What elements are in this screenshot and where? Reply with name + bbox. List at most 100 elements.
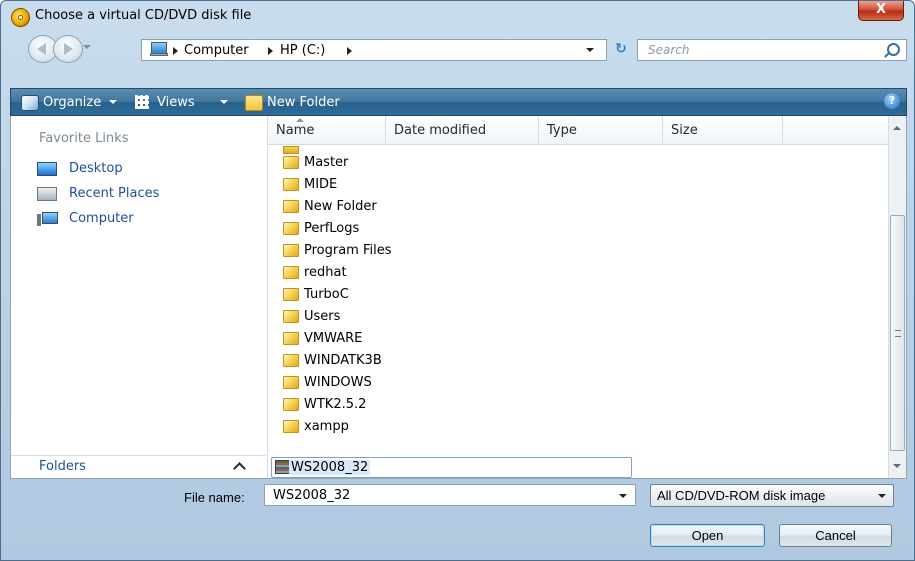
file-name: New Folder	[304, 199, 377, 214]
file-name: WS2008_32	[289, 460, 371, 475]
column-header-label: Type	[547, 123, 577, 138]
recent-places-icon	[37, 187, 57, 201]
breadcrumb-computer[interactable]: Computer	[184, 43, 249, 58]
list-item[interactable]: Users	[268, 306, 628, 328]
scroll-down-icon[interactable]	[893, 464, 901, 468]
cancel-button[interactable]: Cancel	[779, 524, 892, 547]
folder-icon	[283, 354, 299, 367]
sidebar-item-label: Desktop	[69, 161, 123, 176]
list-item[interactable]: redhat	[268, 262, 628, 284]
file-type-value: All CD/DVD-ROM disk image	[657, 488, 826, 503]
views-dropdown-icon[interactable]	[220, 100, 228, 104]
sidebar-item-label: Recent Places	[69, 186, 160, 201]
file-name: WINDOWS	[304, 375, 372, 390]
title-bar[interactable]: Choose a virtual CD/DVD disk file X	[1, 1, 914, 31]
list-item[interactable]: Program Files	[268, 240, 628, 262]
address-row: Computer HP (C:) ↻ Search	[1, 31, 914, 63]
computer-icon	[150, 42, 168, 57]
breadcrumb-drive[interactable]: HP (C:)	[280, 43, 325, 58]
refresh-icon[interactable]: ↻	[609, 39, 633, 61]
file-name: TurboC	[304, 287, 349, 302]
column-header-type[interactable]: Type	[539, 116, 663, 144]
list-item[interactable]: MIDE	[268, 174, 628, 196]
address-bar[interactable]: Computer HP (C:)	[141, 39, 607, 61]
dialog-window: Choose a virtual CD/DVD disk file X Comp…	[0, 0, 915, 561]
folder-icon	[283, 156, 299, 169]
search-input[interactable]: Search	[637, 39, 907, 61]
close-button[interactable]: X	[858, 1, 904, 21]
organize-dropdown-icon[interactable]	[109, 100, 117, 104]
breadcrumb-separator-icon[interactable]	[268, 47, 273, 55]
folder-icon	[283, 178, 299, 191]
file-name-label: File name:	[184, 490, 245, 505]
column-header-size[interactable]: Size	[663, 116, 783, 144]
column-header-label: Date modified	[394, 123, 487, 138]
column-header-row: Name Date modified Type Size	[268, 116, 891, 145]
new-folder-icon	[245, 95, 263, 111]
organize-icon	[21, 95, 39, 111]
recent-pages-dropdown-icon[interactable]	[83, 45, 91, 49]
file-name-value: WS2008_32	[273, 488, 351, 503]
folders-label: Folders	[39, 459, 86, 474]
organize-button[interactable]: Organize	[43, 94, 101, 112]
list-item[interactable]: PerfLogs	[268, 218, 628, 240]
vertical-scrollbar[interactable]	[888, 116, 906, 478]
chevron-up-icon[interactable]	[233, 462, 246, 475]
views-icon	[135, 95, 149, 109]
open-button[interactable]: Open	[650, 524, 765, 547]
breadcrumb-separator-icon[interactable]	[347, 47, 352, 55]
file-name: WTK2.5.2	[304, 397, 367, 412]
file-name: MIDE	[304, 177, 338, 192]
folder-icon	[283, 420, 299, 433]
column-header-date-modified[interactable]: Date modified	[386, 116, 539, 144]
file-type-select[interactable]: All CD/DVD-ROM disk image	[650, 484, 894, 507]
breadcrumb-separator-icon[interactable]	[173, 47, 178, 55]
scrollbar-thumb[interactable]	[890, 215, 905, 451]
column-header-name[interactable]: Name	[268, 116, 386, 144]
list-item[interactable]: xampp	[268, 416, 628, 438]
file-name: xampp	[304, 419, 349, 434]
new-folder-button[interactable]: New Folder	[267, 94, 340, 112]
navigation-pane: Favorite Links Desktop Recent Places Com…	[11, 116, 266, 478]
computer-icon	[37, 212, 58, 226]
grip-icon	[895, 330, 901, 337]
list-item[interactable]: New Folder	[268, 196, 628, 218]
file-name-text: WS2008_32	[289, 460, 371, 475]
folder-icon	[283, 398, 299, 411]
column-header-label: Size	[671, 123, 698, 138]
selected-list-item[interactable]: WS2008_32	[268, 457, 632, 478]
address-dropdown-icon[interactable]	[586, 48, 594, 52]
file-name: redhat	[304, 265, 347, 280]
dialog-footer: File name: WS2008_32 All CD/DVD-ROM disk…	[1, 479, 914, 560]
list-item[interactable]: VMWARE	[268, 328, 628, 350]
folder-icon	[283, 310, 299, 323]
file-name: Master	[304, 155, 349, 170]
forward-button[interactable]	[53, 35, 83, 63]
column-header-label: Name	[276, 123, 315, 138]
back-arrow-icon	[37, 43, 46, 55]
file-list: Name Date modified Type Size Master MIDE…	[267, 116, 891, 478]
forward-arrow-icon	[64, 43, 73, 55]
folder-icon	[283, 200, 299, 213]
file-name: Program Files	[304, 243, 392, 258]
search-icon[interactable]	[887, 43, 900, 56]
list-item[interactable]: TurboC	[268, 284, 628, 306]
chevron-down-icon[interactable]	[878, 494, 886, 498]
file-name: PerfLogs	[304, 221, 360, 236]
list-item[interactable]: WINDATK3B	[268, 350, 628, 372]
browser-body: Favorite Links Desktop Recent Places Com…	[10, 116, 907, 479]
folder-icon	[283, 376, 299, 389]
views-button[interactable]: Views	[157, 94, 195, 112]
folders-toggle[interactable]: Folders	[11, 455, 266, 478]
folder-icon	[283, 332, 299, 345]
list-item[interactable]: Master	[268, 152, 628, 174]
favorite-links-heading: Favorite Links	[39, 131, 129, 146]
folder-icon	[283, 266, 299, 279]
scroll-up-icon[interactable]	[893, 126, 901, 130]
list-item[interactable]: WINDOWS	[268, 372, 628, 394]
help-icon[interactable]: ?	[884, 93, 900, 109]
folder-icon	[283, 222, 299, 235]
list-item[interactable]: WTK2.5.2	[268, 394, 628, 416]
file-name-field[interactable]: WS2008_32	[264, 484, 636, 506]
file-name-dropdown-icon[interactable]	[619, 494, 627, 498]
